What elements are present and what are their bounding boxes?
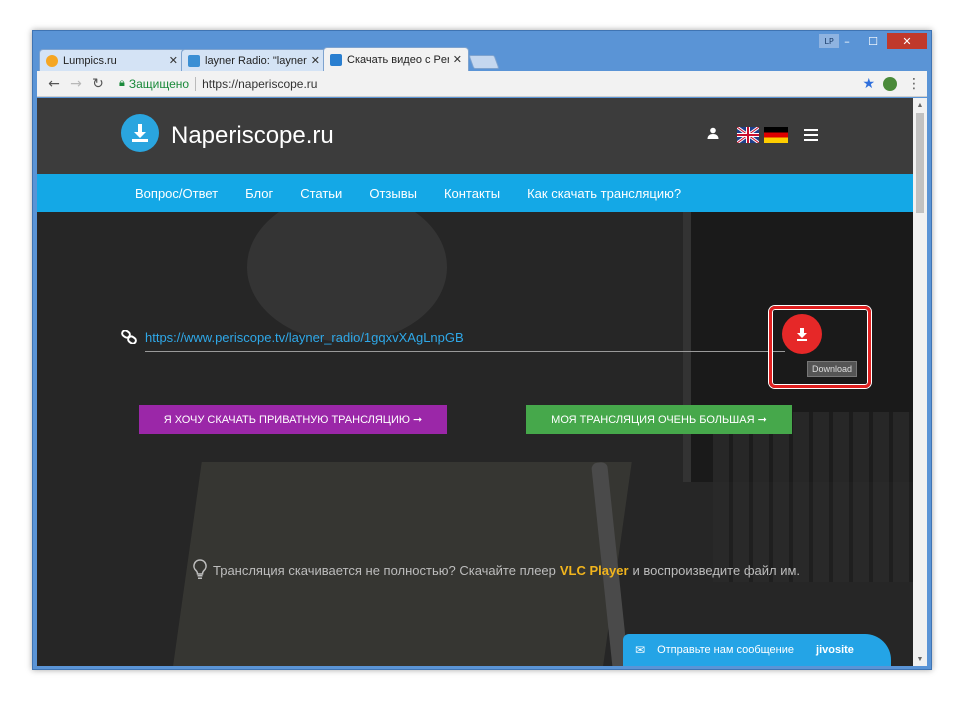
tab-naperiscope[interactable]: Скачать видео с Periscope ✕ (323, 47, 469, 71)
nav-faq[interactable]: Вопрос/Ответ (135, 186, 218, 201)
tip-text-before: Трансляция скачивается не полностью? Ска… (213, 562, 556, 578)
nav-how-to-download[interactable]: Как скачать трансляцию? (527, 186, 681, 201)
nav-reviews[interactable]: Отзывы (369, 186, 417, 201)
url-text[interactable]: https://naperiscope.ru (202, 77, 852, 91)
envelope-icon: ✉ (635, 643, 646, 657)
nav-articles[interactable]: Статьи (300, 186, 342, 201)
page-scrollbar[interactable]: ▲ ▼ (913, 98, 927, 666)
tab-close-icon[interactable]: ✕ (169, 54, 178, 67)
forward-arrow-icon[interactable]: → (65, 73, 87, 95)
back-arrow-icon[interactable]: ← (43, 73, 65, 95)
link-icon (121, 330, 137, 344)
broadcast-url-input[interactable] (145, 324, 785, 352)
browser-toolbar: ← → ↻ 🔒︎ Защищено https://naperiscope.ru… (37, 71, 927, 97)
chat-label: Отправьте нам сообщение (657, 644, 795, 656)
download-tooltip: Download (807, 361, 858, 377)
main-nav: Вопрос/Ответ Блог Статьи Отзывы Контакты… (37, 174, 913, 212)
page-viewport: Naperiscope.ru Вопрос/Ответ Блог Статьи … (37, 98, 927, 666)
hero-section: Download Я ХОЧУ СКАЧАТЬ ПРИВАТНУЮ ТРАНСЛ… (37, 212, 913, 666)
download-logo-icon[interactable] (121, 114, 159, 152)
nav-blog[interactable]: Блог (245, 186, 273, 201)
scroll-down-arrow-icon[interactable]: ▼ (913, 652, 927, 666)
lock-icon: 🔒︎ (119, 77, 125, 89)
tab-close-icon[interactable]: ✕ (453, 53, 462, 66)
vlc-tip: Трансляция скачивается не полностью? Ска… (193, 559, 800, 581)
reload-icon[interactable]: ↻ (87, 73, 109, 95)
background-cup-image (247, 212, 447, 342)
browser-window: LP – ☐ ✕ Lumpics.ru ✕ layner Radio: "lay… (32, 30, 932, 670)
tab-layner-radio[interactable]: layner Radio: "layner Radi ✕ (181, 49, 327, 71)
nav-contacts[interactable]: Контакты (444, 186, 500, 201)
bookmark-star-icon[interactable]: ★ (862, 76, 875, 92)
close-icon[interactable]: ✕ (887, 33, 927, 49)
tab-title: Скачать видео с Periscope (347, 53, 449, 66)
private-broadcast-button[interactable]: Я ХОЧУ СКАЧАТЬ ПРИВАТНУЮ ТРАНСЛЯЦИЮ ➞ (139, 405, 447, 434)
vlc-player-link[interactable]: VLC Player (560, 563, 629, 578)
maximize-icon[interactable]: ☐ (861, 33, 885, 49)
chat-brand: jivosite (816, 644, 854, 656)
download-button[interactable] (782, 314, 822, 354)
lumpics-favicon-icon (46, 54, 58, 67)
tab-close-icon[interactable]: ✕ (311, 54, 320, 67)
window-controls: – ☐ ✕ (835, 33, 927, 49)
site-header: Naperiscope.ru (37, 98, 913, 174)
address-bar[interactable]: 🔒︎ Защищено https://naperiscope.ru (115, 74, 856, 94)
minimize-icon[interactable]: – (835, 33, 859, 49)
uk-flag-icon[interactable] (737, 127, 759, 143)
omnibox-divider (195, 76, 197, 91)
scrollbar-thumb[interactable] (916, 113, 924, 213)
tab-lumpics[interactable]: Lumpics.ru ✕ (39, 49, 185, 71)
extension-icon[interactable] (883, 76, 897, 91)
tab-strip: Lumpics.ru ✕ layner Radio: "layner Radi … (39, 47, 500, 71)
site-name[interactable]: Naperiscope.ru (171, 122, 334, 150)
jivosite-chat-widget[interactable]: ✉ Отправьте нам сообщение jivosite (623, 634, 891, 666)
new-tab-button[interactable] (468, 55, 500, 69)
menu-dots-icon[interactable]: ⋮ (907, 76, 921, 92)
tab-title: layner Radio: "layner Radi (205, 54, 307, 67)
tip-text-after: и воспроизведите файл им. (632, 562, 801, 578)
secure-label: Защищено (128, 76, 190, 91)
naperiscope-favicon-icon (330, 53, 342, 66)
german-flag-icon[interactable] (764, 127, 788, 143)
periscope-favicon-icon (188, 54, 200, 67)
lightbulb-icon (193, 559, 207, 579)
hamburger-menu-icon[interactable] (804, 129, 818, 141)
download-arrow-icon (797, 328, 807, 341)
user-icon[interactable] (707, 127, 719, 139)
big-broadcast-button[interactable]: МОЯ ТРАНСЛЯЦИЯ ОЧЕНЬ БОЛЬШАЯ ➞ (526, 405, 792, 434)
scroll-up-arrow-icon[interactable]: ▲ (913, 98, 927, 112)
tab-title: Lumpics.ru (63, 54, 117, 67)
background-keyboard-image (713, 412, 913, 582)
